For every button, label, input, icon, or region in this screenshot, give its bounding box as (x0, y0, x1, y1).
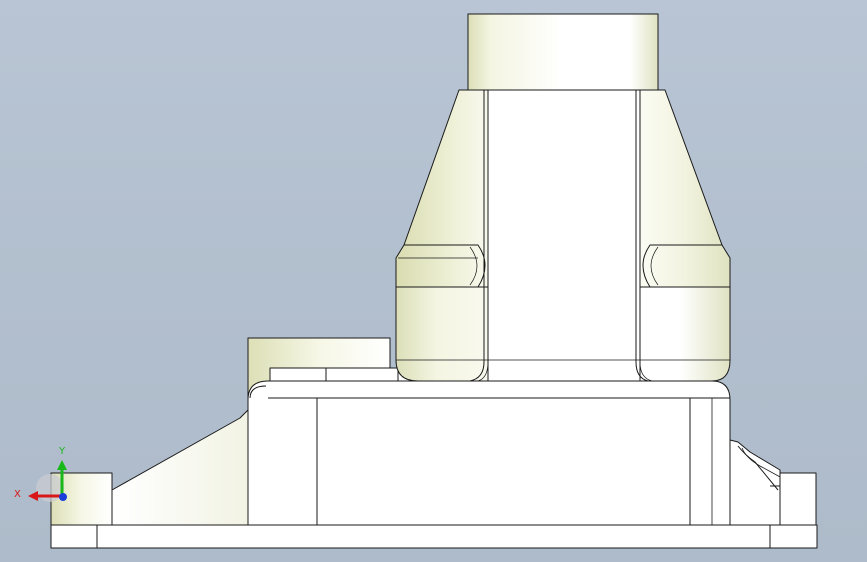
cone-left-face[interactable] (395, 89, 489, 288)
cad-model-view[interactable] (0, 0, 867, 562)
top-cylinder[interactable] (467, 13, 659, 91)
graphics-viewport[interactable]: X Y (0, 0, 867, 562)
x-axis-label: X (14, 489, 21, 500)
coordinate-triad: X Y (14, 446, 67, 502)
main-body[interactable] (247, 380, 731, 526)
cone-right-face[interactable] (639, 89, 731, 288)
left-rib[interactable] (111, 409, 249, 526)
base-plate[interactable] (50, 524, 818, 549)
right-rib[interactable] (729, 439, 781, 526)
center-flat-face[interactable] (487, 89, 641, 382)
z-axis-dot (59, 493, 67, 501)
y-axis-label: Y (58, 446, 66, 457)
right-boss[interactable] (779, 472, 817, 526)
